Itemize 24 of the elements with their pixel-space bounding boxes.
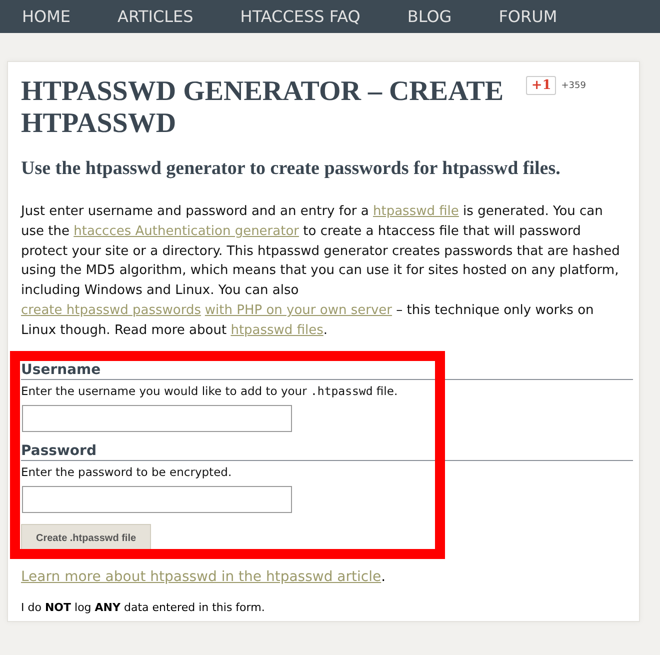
plus-one-button[interactable]: +1 <box>526 76 556 95</box>
field-label: Password <box>21 442 633 461</box>
input-field[interactable] <box>22 486 292 513</box>
nav-link[interactable]: HTACCESS FAQ <box>240 7 360 26</box>
nav-link[interactable]: BLOG <box>407 7 452 26</box>
nav-link[interactable]: ARTICLES <box>118 7 194 26</box>
intro-paragraph: Just enter username and password and an entry for a htpasswd file is generated. You can use the htaccces Authentication generator to create a htaccess file that will password protect your site or a directory. This htpasswd generator creates passwords that are hashed using the MD5 algorithm, which means that you can use it for sites hosted on any platform, including Windows and Linux. You can also create htpasswd passwords with PHP on your own server – this technique only works on Linux though. Read more about htpasswd files. <box>21 203 621 340</box>
subtitle: Use the htpasswd generator to create passwords for htpasswd files. <box>21 158 562 180</box>
privacy-notice: I do NOT log ANY data entered in this form. <box>21 600 266 614</box>
page-title: HTPASSWD GENERATOR – CREATE HTPASSWD <box>21 76 505 140</box>
text-link[interactable]: htpasswd files <box>230 322 324 338</box>
field-hint: Enter the password to be encrypted. <box>21 464 233 479</box>
nav-link[interactable]: FORUM <box>498 7 558 26</box>
text-link[interactable]: create htpasswd passwords <box>21 302 202 318</box>
input-field[interactable] <box>22 404 292 432</box>
article-link[interactable]: Learn more about htpasswd in the htpasswd article <box>21 568 382 585</box>
period: . <box>381 568 386 585</box>
field-hint: Enter the username you would like to add to your .htpasswd file. <box>21 384 399 398</box>
field-label: Username <box>21 362 633 380</box>
text-link[interactable]: htpasswd file <box>373 204 459 219</box>
text-link[interactable]: with PHP on your own server <box>204 302 392 318</box>
text-link[interactable]: htaccces Authentication generator <box>74 224 300 239</box>
nav-link[interactable]: HOME <box>22 7 71 26</box>
plus-one-count: +359 <box>561 80 586 90</box>
